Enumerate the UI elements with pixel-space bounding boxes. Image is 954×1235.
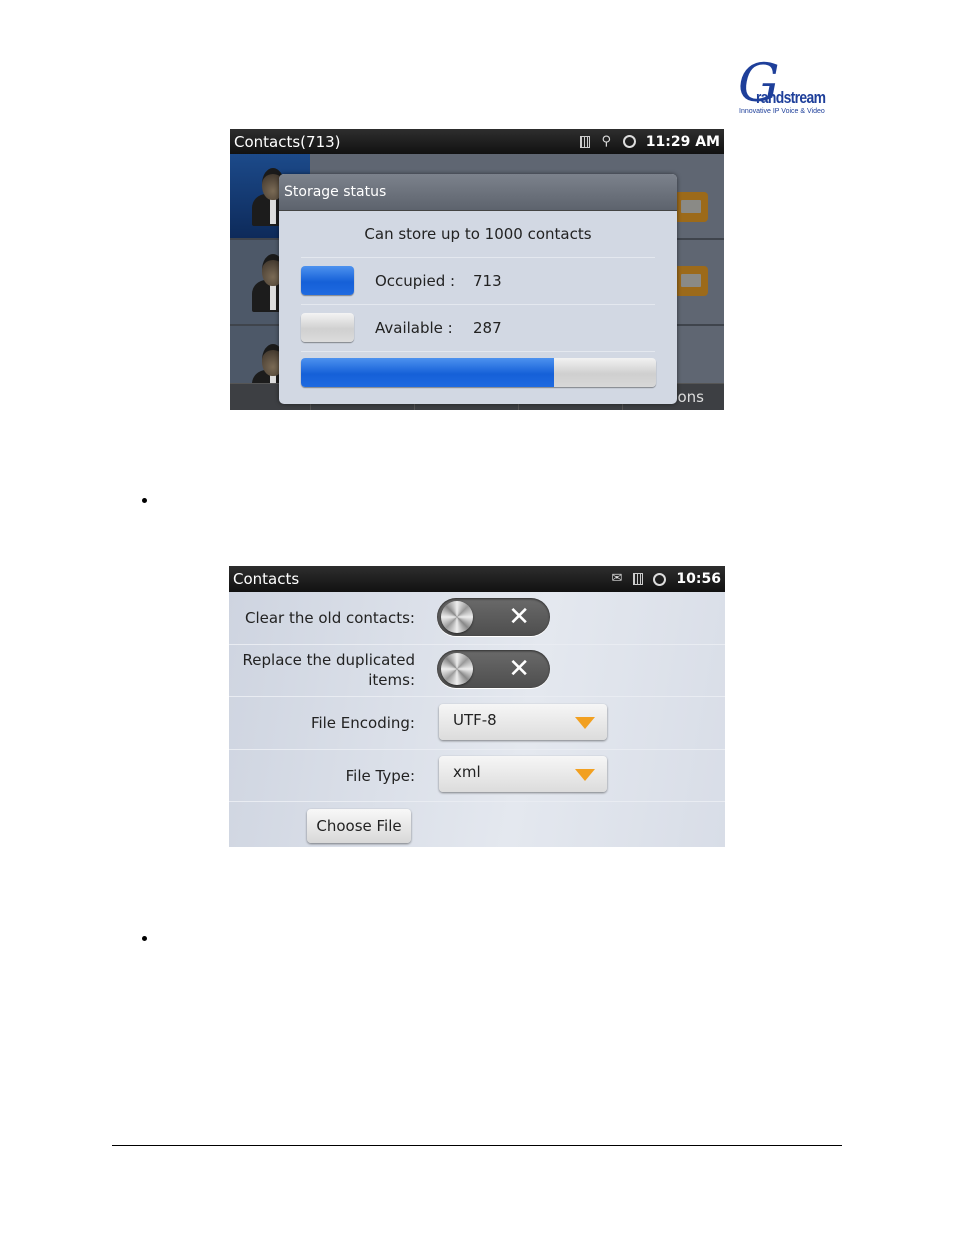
bottom-bar-label[interactable]: ons bbox=[678, 388, 705, 406]
sync-icon bbox=[653, 572, 667, 586]
clear-old-contacts-label: Clear the old contacts: bbox=[244, 609, 415, 627]
available-row: Available : 287 bbox=[301, 305, 655, 352]
clear-old-contacts-row: Clear the old contacts: ✕ bbox=[229, 592, 725, 645]
occupied-swatch bbox=[301, 266, 354, 295]
message-icon[interactable] bbox=[674, 266, 708, 296]
logo-wordmark: randstream bbox=[756, 88, 826, 107]
logo-tagline: Innovative IP Voice & Video bbox=[739, 108, 825, 115]
status-bar: Contacts(713) ⚲ 11:29 AM bbox=[230, 129, 724, 154]
app-title: Contacts bbox=[233, 570, 300, 588]
replace-duplicated-toggle[interactable]: ✕ bbox=[437, 650, 550, 688]
choose-file-button[interactable]: Choose File bbox=[307, 809, 411, 843]
clock: 10:56 bbox=[676, 571, 721, 587]
occupied-row: Occupied : 713 bbox=[301, 258, 655, 305]
file-type-value: xml bbox=[453, 763, 481, 781]
available-swatch bbox=[301, 313, 354, 342]
replace-duplicated-label-line1: Replace the duplicated bbox=[242, 651, 415, 669]
file-type-row: File Type: xml bbox=[229, 749, 725, 802]
bullet-point bbox=[142, 498, 147, 503]
storage-status-dialog: Storage status Can store up to 1000 cont… bbox=[279, 174, 677, 404]
storage-status-screenshot: Contacts(713) ⚲ 11:29 AM ons Storage sta… bbox=[230, 129, 724, 410]
available-value: 287 bbox=[473, 319, 502, 337]
close-icon: ✕ bbox=[508, 654, 530, 684]
storage-progress-fill bbox=[301, 358, 555, 387]
occupied-label: Occupied : bbox=[375, 272, 456, 290]
message-icon[interactable] bbox=[674, 192, 708, 222]
sim-card-icon bbox=[579, 135, 590, 148]
usb-icon: ⚲ bbox=[601, 133, 612, 149]
file-type-label: File Type: bbox=[345, 767, 415, 785]
toggle-knob bbox=[441, 601, 473, 633]
capacity-caption: Can store up to 1000 contacts bbox=[301, 211, 655, 258]
file-encoding-select[interactable]: UTF-8 bbox=[439, 704, 607, 740]
replace-duplicated-label-line2: items: bbox=[368, 671, 415, 689]
storage-progress-bar bbox=[301, 358, 656, 387]
dialog-title: Storage status bbox=[279, 174, 677, 211]
occupied-value: 713 bbox=[473, 272, 502, 290]
close-icon: ✕ bbox=[508, 602, 530, 632]
file-encoding-value: UTF-8 bbox=[453, 711, 497, 729]
status-bar: Contacts ✉ 10:56 bbox=[229, 566, 725, 592]
available-label: Available : bbox=[375, 319, 453, 337]
file-type-select[interactable]: xml bbox=[439, 756, 607, 792]
clock: 11:29 AM bbox=[645, 133, 720, 150]
file-encoding-label: File Encoding: bbox=[310, 714, 415, 732]
import-contacts-screenshot: Contacts ✉ 10:56 Clear the old contacts:… bbox=[229, 566, 725, 847]
chevron-down-icon bbox=[575, 769, 595, 781]
message-icon: ✉ bbox=[611, 571, 623, 586]
app-title: Contacts(713) bbox=[234, 132, 341, 151]
grandstream-logo: G randstream Innovative IP Voice & Video bbox=[734, 58, 840, 120]
chevron-down-icon bbox=[575, 717, 595, 729]
replace-duplicated-row: Replace the duplicated items: ✕ bbox=[229, 644, 725, 697]
bullet-point bbox=[142, 936, 147, 941]
file-encoding-row: File Encoding: UTF-8 bbox=[229, 696, 725, 750]
replace-duplicated-label: Replace the duplicated items: bbox=[243, 650, 415, 690]
toggle-knob bbox=[441, 653, 473, 685]
clear-old-contacts-toggle[interactable]: ✕ bbox=[437, 598, 550, 636]
footer-divider bbox=[112, 1145, 842, 1146]
sim-card-icon bbox=[633, 573, 644, 585]
sync-icon bbox=[622, 135, 636, 148]
